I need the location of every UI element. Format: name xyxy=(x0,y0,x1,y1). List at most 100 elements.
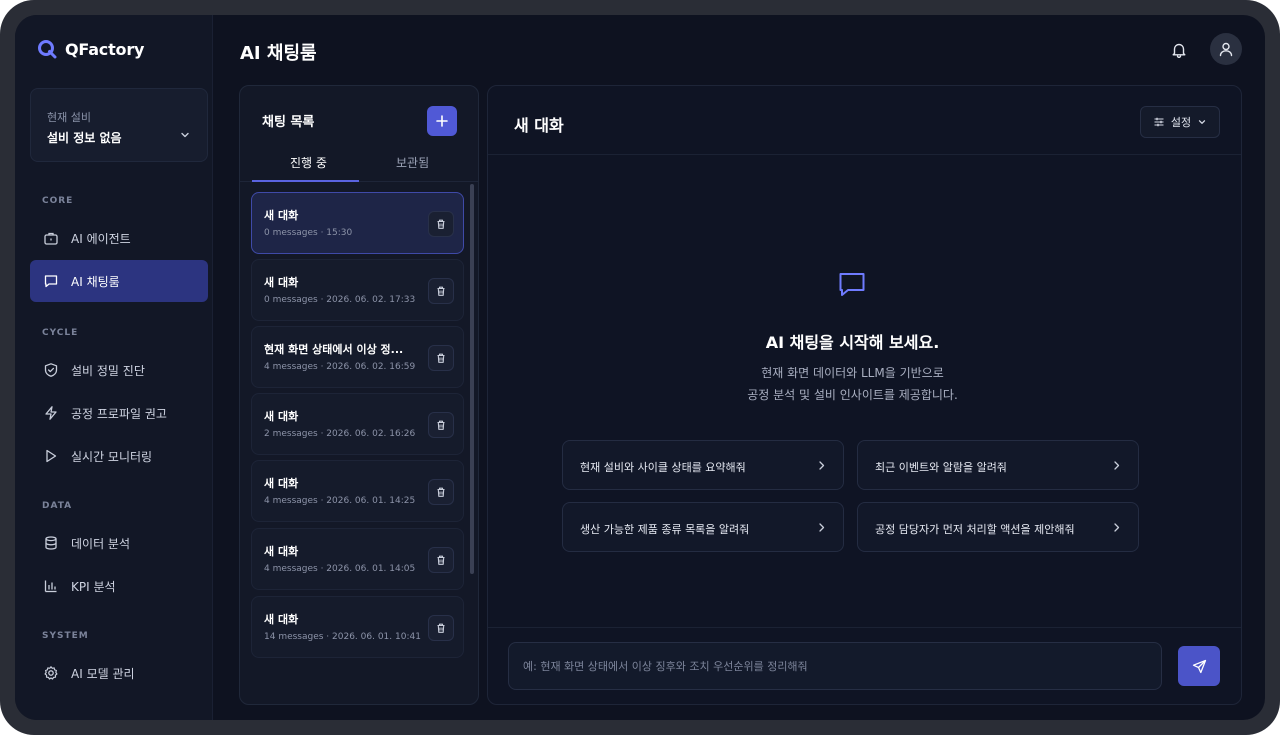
suggestion-button[interactable]: 현재 설비와 사이클 상태를 요약해줘 xyxy=(562,440,844,490)
section-label-data: DATA xyxy=(42,501,73,511)
chevron-down-icon xyxy=(181,132,189,138)
database-icon xyxy=(45,536,57,550)
empty-state-description: 공정 분석 및 설비 인사이트를 제공합니다. xyxy=(747,388,958,402)
chat-list-item[interactable]: 새 대화 14 messages · 2026. 06. 01. 10:41 xyxy=(251,596,464,658)
tab-archived[interactable]: 보관됨 xyxy=(396,154,429,171)
user-avatar[interactable] xyxy=(1210,33,1242,65)
tab-active-indicator xyxy=(252,180,359,182)
chat-item-name: 새 대화 xyxy=(264,477,299,490)
send-button[interactable] xyxy=(1178,646,1220,686)
chat-list-item[interactable]: 현재 화면 상태에서 이상 정... 4 messages · 2026. 06… xyxy=(251,326,464,388)
chat-item-name: 현재 화면 상태에서 이상 정... xyxy=(264,343,404,356)
suggestion-label: 생산 가능한 제품 종류 목록을 알려줘 xyxy=(580,523,750,536)
chat-item-meta: 0 messages · 15:30 xyxy=(264,228,353,238)
chat-main-panel: 새 대화 설정 AI 채팅을 시작해 보세요. 현재 화면 데이터와 LLM을 … xyxy=(487,85,1242,705)
chat-list-scrollbar[interactable] xyxy=(470,184,474,574)
section-label-cycle: CYCLE xyxy=(42,328,79,338)
nav-item-process-profile[interactable]: 공정 프로파일 권고 xyxy=(30,392,208,434)
chat-list-item[interactable]: 새 대화 2 messages · 2026. 06. 02. 16:26 xyxy=(251,393,464,455)
suggestion-button[interactable]: 생산 가능한 제품 종류 목록을 알려줘 xyxy=(562,502,844,552)
chat-list-item[interactable]: 새 대화 4 messages · 2026. 06. 01. 14:05 xyxy=(251,528,464,590)
sidebar: QFactory 현재 설비 설비 정보 없음 CORE AI 에이전트 AI … xyxy=(15,15,213,720)
chat-item-meta: 0 messages · 2026. 06. 02. 17:33 xyxy=(264,295,416,305)
nav-item-realtime-monitoring[interactable]: 실시간 모니터링 xyxy=(30,435,208,477)
logo[interactable]: QFactory xyxy=(37,39,144,59)
chat-item-meta: 4 messages · 2026. 06. 01. 14:05 xyxy=(264,564,416,574)
nav-item-equipment-diagnosis[interactable]: 설비 정밀 진단 xyxy=(30,349,208,391)
delete-chat-button[interactable] xyxy=(428,412,454,438)
delete-chat-button[interactable] xyxy=(428,278,454,304)
nav-item-label: AI 채팅룸 xyxy=(71,274,120,289)
empty-state-title: AI 채팅을 시작해 보세요. xyxy=(765,333,940,352)
message-square-icon xyxy=(839,273,865,296)
suggestion-button[interactable]: 최근 이벤트와 알람을 알려줘 xyxy=(857,440,1139,490)
delete-chat-button[interactable] xyxy=(428,345,454,371)
conversation-title: 새 대화 xyxy=(514,116,564,135)
chat-list-item[interactable]: 새 대화 4 messages · 2026. 06. 01. 14:25 xyxy=(251,460,464,522)
nav-item-label: 설비 정밀 진단 xyxy=(71,363,145,378)
chat-item-meta: 4 messages · 2026. 06. 01. 14:25 xyxy=(264,496,416,506)
chat-item-meta: 14 messages · 2026. 06. 01. 10:41 xyxy=(264,632,421,642)
chevron-down-icon xyxy=(1198,120,1206,124)
chat-item-name: 새 대화 xyxy=(264,613,299,626)
delete-chat-button[interactable] xyxy=(428,211,454,237)
settings-button[interactable]: 설정 xyxy=(1140,106,1220,138)
chat-list-item[interactable]: 새 대화 0 messages · 15:30 xyxy=(251,192,464,254)
chat-item-meta: 4 messages · 2026. 06. 02. 16:59 xyxy=(264,362,416,372)
empty-state-description: 현재 화면 데이터와 LLM을 기반으로 xyxy=(761,366,944,380)
chat-item-meta: 2 messages · 2026. 06. 02. 16:26 xyxy=(264,429,416,439)
suggestion-label: 현재 설비와 사이클 상태를 요약해줘 xyxy=(580,461,746,474)
trash-icon xyxy=(437,219,445,229)
trash-icon xyxy=(437,286,445,296)
trash-icon xyxy=(437,555,445,565)
chevron-right-icon xyxy=(819,523,825,532)
device-frame: QFactory 현재 설비 설비 정보 없음 CORE AI 에이전트 AI … xyxy=(0,0,1280,735)
logo-q-icon xyxy=(38,40,57,59)
nav-item-ai-agent[interactable]: AI 에이전트 xyxy=(30,217,208,259)
logo-text: QFactory xyxy=(65,39,145,59)
header-divider xyxy=(488,154,1241,155)
tab-in-progress[interactable]: 진행 중 xyxy=(290,154,327,171)
nav-item-label: AI 모델 관리 xyxy=(71,666,135,681)
suggestion-label: 최근 이벤트와 알람을 알려줘 xyxy=(875,461,1007,474)
trash-icon xyxy=(437,420,445,430)
chevron-right-icon xyxy=(1114,523,1120,532)
equipment-selector[interactable]: 현재 설비 설비 정보 없음 xyxy=(30,88,208,162)
chat-item-name: 새 대화 xyxy=(264,276,299,289)
bar-chart-icon xyxy=(44,580,57,593)
briefcase-icon xyxy=(44,232,58,245)
new-chat-button[interactable] xyxy=(427,106,457,136)
section-label-core: CORE xyxy=(42,196,74,206)
nav-item-label: 실시간 모니터링 xyxy=(71,449,153,464)
chat-message-input[interactable] xyxy=(508,642,1162,690)
app-screen: QFactory 현재 설비 설비 정보 없음 CORE AI 에이전트 AI … xyxy=(15,15,1265,720)
nav-item-label: 데이터 분석 xyxy=(71,536,131,551)
shield-check-icon xyxy=(44,363,58,377)
delete-chat-button[interactable] xyxy=(428,479,454,505)
nav-item-ai-chatroom[interactable]: AI 채팅룸 xyxy=(30,260,208,302)
trash-icon xyxy=(437,353,445,363)
nav-item-ai-model-management[interactable]: AI 모델 관리 xyxy=(30,652,208,694)
suggestion-button[interactable]: 공정 담당자가 먼저 처리할 액션을 제안해줘 xyxy=(857,502,1139,552)
plus-icon xyxy=(436,115,448,127)
chevron-right-icon xyxy=(1114,461,1120,470)
chat-list-panel: 채팅 목록 진행 중 보관됨 새 대화 0 messages · 15:30 새… xyxy=(239,85,479,705)
chat-item-name: 새 대화 xyxy=(264,209,299,222)
nav-item-data-analysis[interactable]: 데이터 분석 xyxy=(30,522,208,564)
chat-list-item[interactable]: 새 대화 0 messages · 2026. 06. 02. 17:33 xyxy=(251,259,464,321)
nav-item-label: KPI 분석 xyxy=(71,579,116,594)
play-icon xyxy=(46,449,57,463)
chat-list-title: 채팅 목록 xyxy=(262,115,315,130)
equipment-value: 설비 정보 없음 xyxy=(47,131,122,145)
equipment-label: 현재 설비 xyxy=(47,111,91,124)
delete-chat-button[interactable] xyxy=(428,615,454,641)
delete-chat-button[interactable] xyxy=(428,547,454,573)
settings-label: 설정 xyxy=(1170,116,1192,129)
send-icon xyxy=(1192,659,1206,673)
nav-item-kpi-analysis[interactable]: KPI 분석 xyxy=(30,565,208,607)
user-icon xyxy=(1219,42,1233,57)
bell-icon[interactable] xyxy=(1170,41,1188,59)
suggestion-label: 공정 담당자가 먼저 처리할 액션을 제안해줘 xyxy=(875,523,1075,536)
zap-icon xyxy=(45,406,57,420)
nav-item-label: 공정 프로파일 권고 xyxy=(71,406,167,421)
